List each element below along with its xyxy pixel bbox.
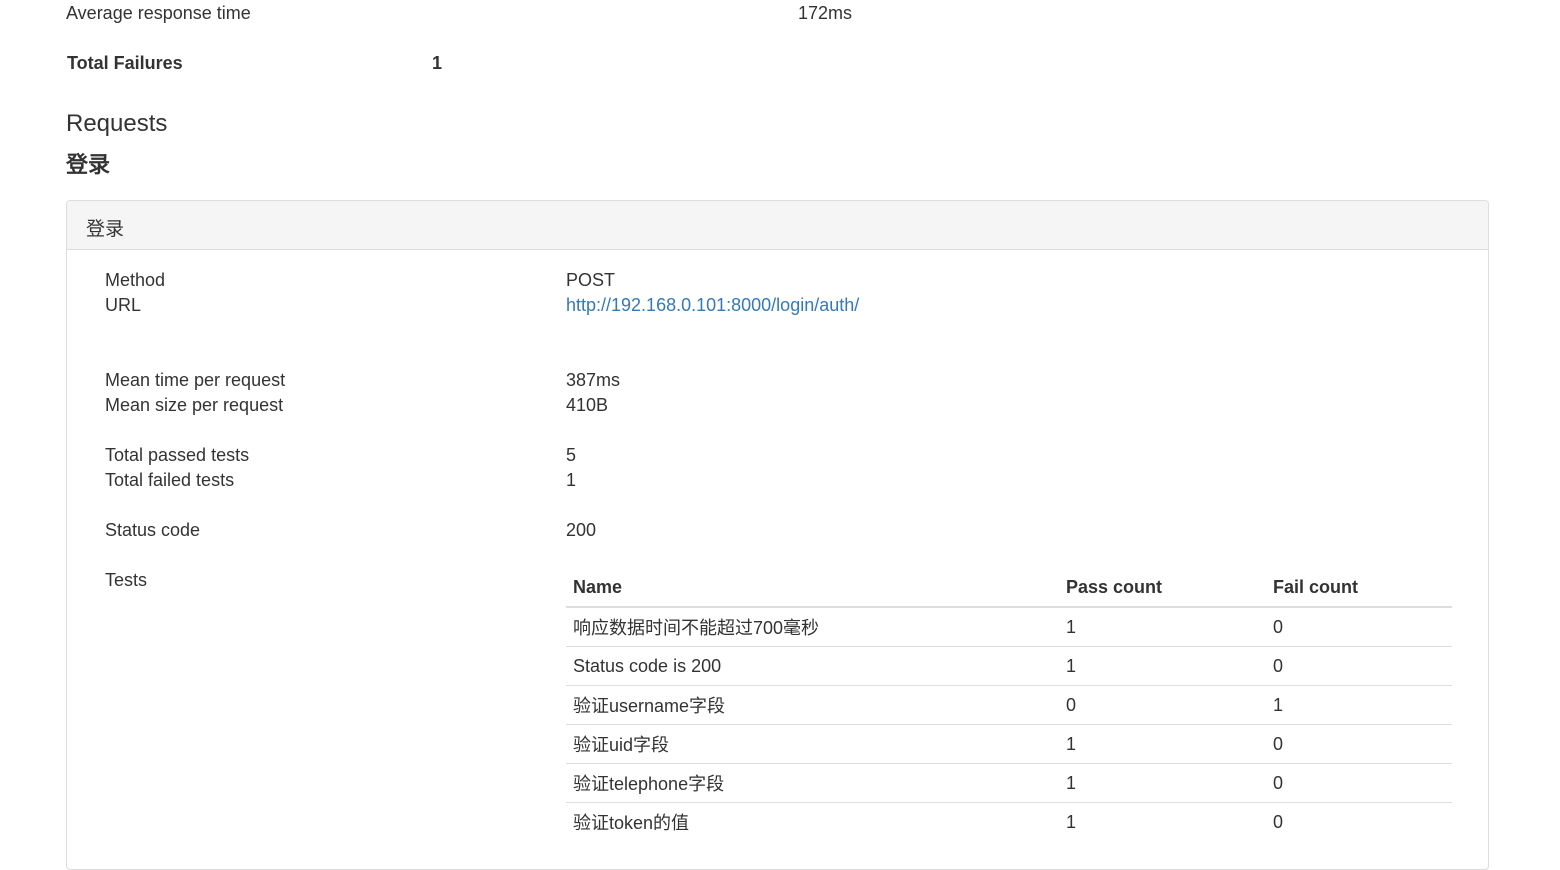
table-row: 验证uid字段 1 0 [566, 724, 1452, 764]
pass-count: 1 [1059, 724, 1266, 764]
test-name: 验证telephone字段 [566, 763, 1059, 803]
method-value: POST [566, 270, 616, 290]
table-row: 响应数据时间不能超过700毫秒 1 0 [566, 607, 1452, 647]
requests-section-title: Requests [66, 110, 168, 137]
pass-count: 1 [1059, 607, 1266, 647]
mean-time-label: Mean time per request [105, 370, 286, 390]
test-name: Status code is 200 [566, 646, 1059, 686]
mean-size-value: 410B [566, 395, 609, 415]
header-pass-count: Pass count [1059, 568, 1266, 608]
tests-label: Tests [105, 570, 148, 590]
test-name: 验证username字段 [566, 685, 1059, 725]
table-row: 验证telephone字段 1 0 [566, 763, 1452, 803]
table-row: 验证username字段 0 1 [566, 685, 1452, 725]
pass-count: 1 [1059, 646, 1266, 686]
tests-table: Name Pass count Fail count 响应数据时间不能超过700… [566, 568, 1452, 841]
table-row: 验证token的值 1 0 [566, 803, 1452, 842]
total-failures-value: 1 [432, 53, 443, 73]
avg-response-label: Average response time [66, 3, 251, 23]
pass-count: 0 [1059, 685, 1266, 725]
status-code-value: 200 [566, 520, 597, 540]
mean-size-label: Mean size per request [105, 395, 284, 415]
request-group-title: 登录 [66, 152, 111, 177]
test-name: 验证token的值 [573, 813, 690, 833]
test-name: 验证uid字段 [566, 724, 1059, 764]
pass-count: 1 [1066, 811, 1077, 832]
fail-count: 0 [1266, 763, 1452, 803]
header-fail-count: Fail count [1266, 568, 1452, 608]
url-link[interactable]: http://192.168.0.101:8000/login/auth/ [566, 295, 859, 316]
status-code-label: Status code [105, 520, 201, 540]
avg-response-value: 172ms [798, 3, 853, 23]
panel-title: 登录 [86, 219, 125, 240]
mean-time-value: 387ms [566, 370, 621, 390]
fail-count: 0 [1266, 607, 1452, 647]
table-row: Status code is 200 1 0 [566, 646, 1452, 686]
header-name: Name [566, 568, 1059, 608]
fail-count: 0 [1273, 811, 1284, 832]
pass-count: 1 [1059, 763, 1266, 803]
test-name: 响应数据时间不能超过700毫秒 [566, 607, 1059, 647]
table-header-row: Name Pass count Fail count [566, 568, 1452, 608]
method-label: Method [105, 270, 166, 290]
url-label: URL [105, 295, 142, 315]
passed-tests-label: Total passed tests [105, 445, 250, 465]
panel-heading: 登录 [67, 201, 1488, 250]
failed-tests-label: Total failed tests [105, 470, 235, 490]
passed-tests-value: 5 [566, 445, 577, 465]
fail-count: 0 [1266, 646, 1452, 686]
total-failures-label: Total Failures [67, 53, 183, 73]
failed-tests-value: 1 [566, 470, 577, 490]
fail-count: 1 [1266, 685, 1452, 725]
fail-count: 0 [1266, 724, 1452, 764]
